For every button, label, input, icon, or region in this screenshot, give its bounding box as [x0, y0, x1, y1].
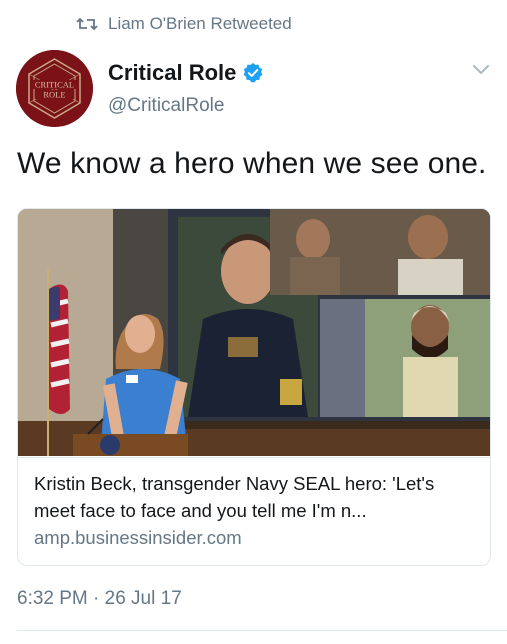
card-domain[interactable]: amp.businessinsider.com: [34, 527, 242, 549]
handle[interactable]: @CriticalRole: [108, 95, 224, 117]
avatar-logo-text-bottom: ROLE: [43, 90, 65, 100]
avatar[interactable]: CRITICAL ROLE: [16, 50, 93, 127]
verified-badge-icon: [242, 62, 264, 84]
retweet-label: Liam O'Brien Retweeted: [108, 14, 292, 33]
divider: [17, 630, 507, 631]
chevron-down-icon[interactable]: [470, 63, 492, 77]
display-name[interactable]: Critical Role: [108, 60, 236, 86]
link-card[interactable]: Kristin Beck, transgender Navy SEAL hero…: [17, 208, 491, 566]
tweet-text: We know a hero when we see one.: [17, 147, 487, 180]
critical-role-logo-icon: CRITICAL ROLE: [16, 50, 93, 127]
retweet-icon: [76, 16, 98, 32]
card-title[interactable]: Kristin Beck, transgender Navy SEAL hero…: [34, 470, 479, 524]
retweet-context[interactable]: Liam O'Brien Retweeted: [76, 12, 292, 36]
tweet-timestamp[interactable]: 6:32 PM · 26 Jul 17: [17, 588, 182, 610]
avatar-logo-text-top: CRITICAL: [35, 80, 74, 90]
photo-kristin-beck-speaking-icon: [18, 209, 490, 456]
card-body[interactable]: Kristin Beck, transgender Navy SEAL hero…: [18, 457, 490, 565]
card-image[interactable]: [18, 209, 490, 456]
author-name-row[interactable]: Critical Role: [108, 60, 264, 86]
